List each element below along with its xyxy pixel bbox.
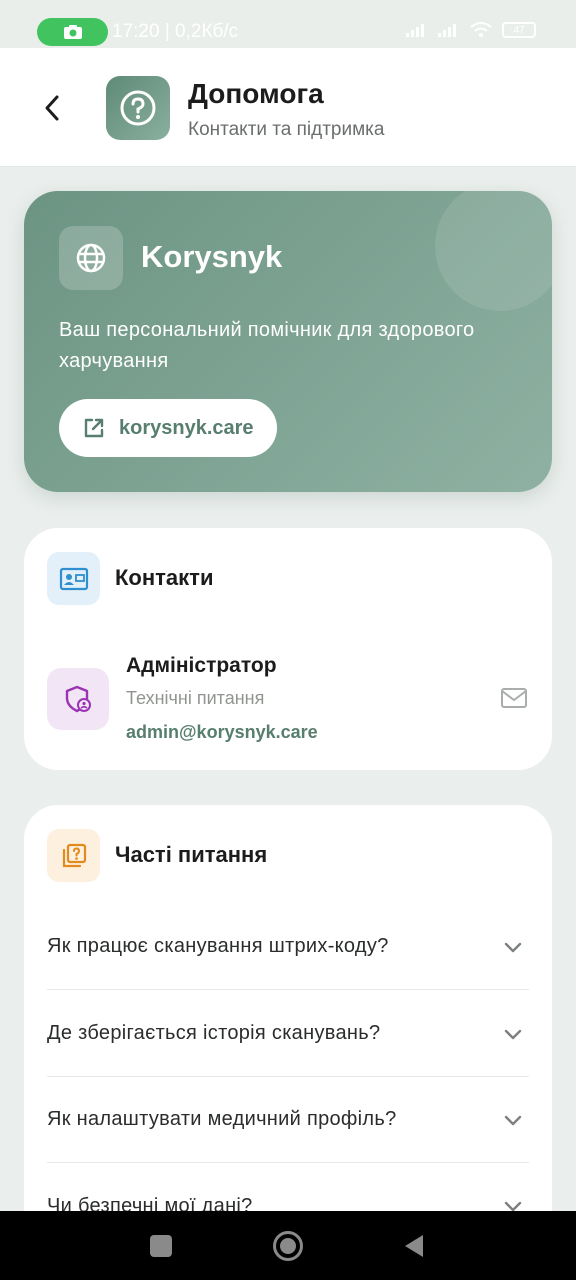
contacts-title: Контакти xyxy=(115,565,214,590)
faq-question: Як працює сканування штрих-коду? xyxy=(47,935,389,957)
home-button[interactable] xyxy=(273,1231,303,1261)
app-description: Ваш персональний помічник для здорового … xyxy=(59,319,475,372)
faq-question: Де зберігається історія сканувань? xyxy=(47,1022,381,1044)
hero-icon-box xyxy=(59,226,123,290)
app-name: Korysnyk xyxy=(141,239,283,274)
mail-icon[interactable] xyxy=(500,686,528,710)
app-info-card: Korysnyk Ваш персональний помічник для з… xyxy=(24,191,552,492)
status-icons: 47 xyxy=(406,22,536,38)
signal-icon xyxy=(438,24,456,37)
recents-button[interactable] xyxy=(150,1235,172,1257)
decorative-circle xyxy=(435,191,552,311)
website-link-button[interactable]: korysnyk.care xyxy=(59,399,277,457)
screen-record-pill[interactable] xyxy=(37,18,108,46)
back-nav-button[interactable] xyxy=(403,1233,425,1264)
triangle-back-icon xyxy=(405,1235,423,1257)
contacts-icon-box xyxy=(47,552,100,605)
status-bar: 17:20 | 0,2Кб/с 47 xyxy=(0,0,576,48)
shield-user-icon xyxy=(65,685,91,713)
contacts-card: Контакти Адміністратор Технічні питання … xyxy=(24,528,552,770)
contact-email-link[interactable]: admin@korysnyk.care xyxy=(126,722,318,743)
status-time: 17:20 | 0,2Кб/с xyxy=(112,21,239,42)
system-nav-bar xyxy=(0,1211,576,1280)
website-link-label: korysnyk.care xyxy=(119,416,254,439)
app-header: Допомога Контакти та підтримка xyxy=(0,48,576,167)
contact-role: Технічні питання xyxy=(126,688,265,708)
camera-icon xyxy=(63,25,82,39)
faq-icon-box xyxy=(47,829,100,882)
signal-icon xyxy=(406,24,424,37)
wifi-icon xyxy=(470,22,492,37)
faq-title: Часті питання xyxy=(115,842,268,867)
chevron-down-icon xyxy=(504,1115,522,1125)
faq-item[interactable]: Як працює сканування штрих-коду? xyxy=(47,904,529,990)
faq-item[interactable]: Як налаштувати медичний профіль? xyxy=(47,1077,529,1163)
admin-avatar xyxy=(47,668,109,730)
question-square-icon xyxy=(62,843,86,867)
battery-icon: 47 xyxy=(502,22,536,38)
chevron-left-icon xyxy=(45,95,59,121)
faq-question: Як налаштувати медичний профіль? xyxy=(47,1108,397,1130)
contact-card-icon xyxy=(59,567,88,590)
globe-icon xyxy=(76,243,106,273)
chevron-down-icon xyxy=(504,1029,522,1039)
home-dot xyxy=(280,1238,296,1254)
faq-item[interactable]: Де зберігається історія сканувань? xyxy=(47,991,529,1077)
faq-card: Часті питання Як працює сканування штрих… xyxy=(24,805,552,1265)
external-link-icon xyxy=(84,418,104,438)
chevron-down-icon xyxy=(504,942,522,952)
header-logo xyxy=(106,76,170,140)
back-button[interactable] xyxy=(32,88,72,128)
page-subtitle: Контакти та підтримка xyxy=(188,119,385,140)
contact-name: Адміністратор xyxy=(126,654,277,677)
battery-level: 47 xyxy=(513,24,525,36)
question-circle-icon xyxy=(120,90,156,126)
page-title: Допомога xyxy=(188,78,324,109)
